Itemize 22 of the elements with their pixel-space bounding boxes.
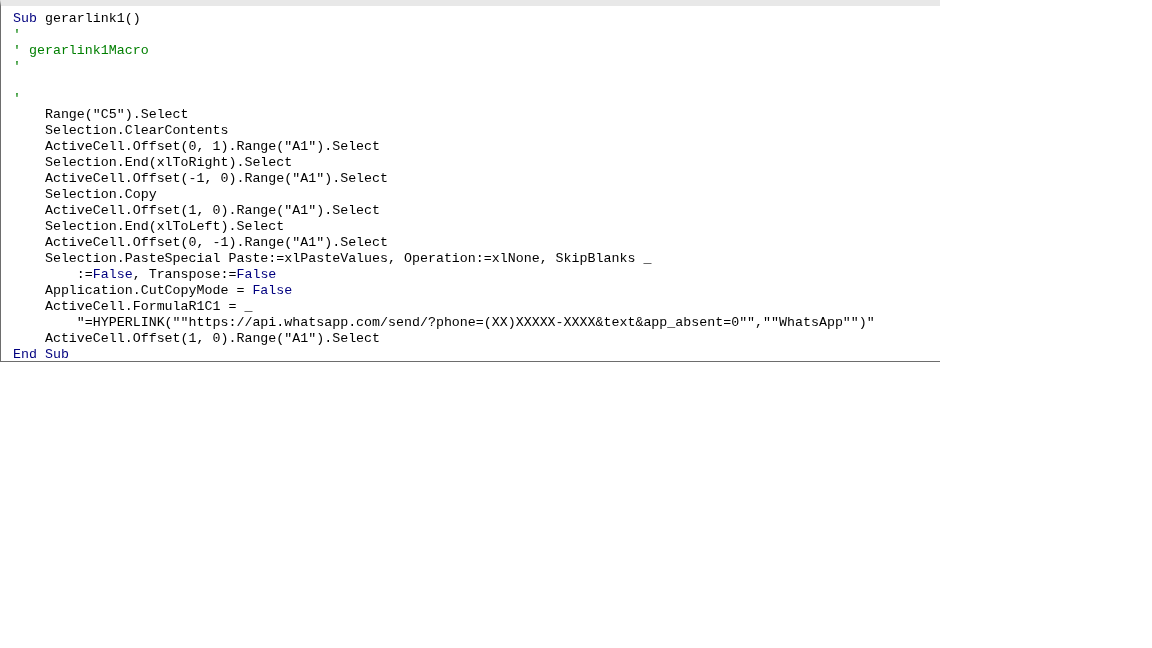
code-line: Selection.End(xlToLeft).Select xyxy=(43,219,285,235)
code-line: Range("C5").Select xyxy=(43,107,189,123)
code-editor[interactable] xyxy=(0,0,940,362)
code-line: Sub gerarlink1() xyxy=(13,11,141,27)
code-line: ActiveCell.FormulaR1C1 = _ xyxy=(43,299,253,315)
code-line: ActiveCell.Offset(0, 1).Range("A1").Select xyxy=(43,139,381,155)
code-line: Application.CutCopyMode = False xyxy=(43,283,293,299)
code-line: End Sub xyxy=(13,347,69,363)
code-line: ' xyxy=(13,27,21,43)
code-line: ' xyxy=(13,59,21,75)
code-line: Selection.ClearContents xyxy=(43,123,229,139)
code-line: ActiveCell.Offset(0, -1).Range("A1").Select xyxy=(43,235,389,251)
code-line: Selection.End(xlToRight).Select xyxy=(43,155,293,171)
code-line: ActiveCell.Offset(1, 0).Range("A1").Select xyxy=(43,331,381,347)
code-line: "=HYPERLINK(""https://api.whatsapp.com/send/?phone=(XX)XXXXX-XXXX&text&app_absent=0"",""WhatsApp"")" xyxy=(75,315,875,331)
code-line: Selection.Copy xyxy=(43,187,157,203)
code-line: ActiveCell.Offset(1, 0).Range("A1").Select xyxy=(43,203,381,219)
code-line: Selection.PasteSpecial Paste:=xlPasteValues, Operation:=xlNone, SkipBlanks _ xyxy=(43,251,652,267)
code-line: ' xyxy=(13,91,21,107)
code-line: ActiveCell.Offset(-1, 0).Range("A1").Select xyxy=(43,171,389,187)
code-line: :=False, Transpose:=False xyxy=(75,267,277,283)
code-line: ' gerarlink1Macro xyxy=(13,43,149,59)
